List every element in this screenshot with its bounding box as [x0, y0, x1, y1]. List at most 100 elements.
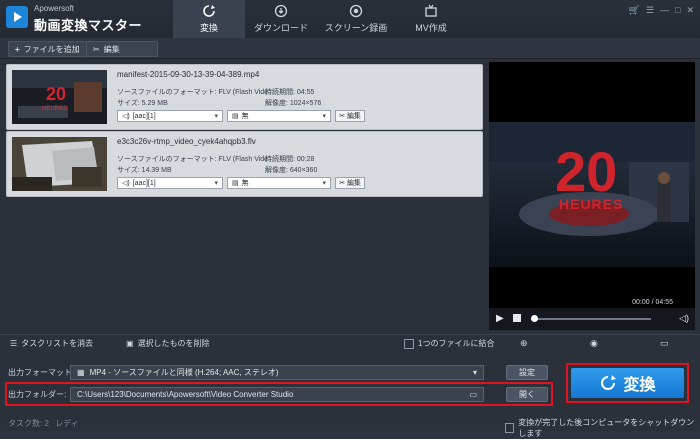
app-logo-icon [6, 6, 28, 28]
app-window: Apowersoft 動画変換マスター 変換 ダウンロード スクリーン録画 MV… [0, 0, 700, 438]
svg-text:20: 20 [46, 84, 66, 104]
video-thumbnail [12, 137, 107, 191]
tab-convert[interactable]: 変換 [173, 0, 245, 38]
highlight-box-folder [5, 382, 553, 406]
format-icon: ▦ [77, 368, 85, 377]
window-controls: 🛒 ☰ — □ ✕ [629, 5, 694, 16]
svg-text:HEURES: HEURES [42, 106, 67, 112]
tv-icon [425, 4, 437, 17]
file-size: サイズ: 14.39 MB [117, 167, 172, 174]
chevron-down-icon: ▾ [472, 368, 477, 377]
ready-status: レディ [55, 419, 79, 428]
title-bar: Apowersoft 動画変換マスター 変換 ダウンロード スクリーン録画 MV… [0, 0, 700, 39]
video-thumbnail: 20 HEURES [12, 70, 107, 124]
tab-label: MV作成 [415, 23, 447, 33]
file-item[interactable]: e3c3c26v-rtmp_video_cyek4ahqpb3.flv ソースフ… [6, 131, 483, 197]
main-tabs: 変換 ダウンロード スクリーン録画 MV作成 [173, 0, 467, 38]
file-size: サイズ: 5.29 MB [117, 100, 168, 107]
add-file-button[interactable]: + ファイルを追加 [8, 41, 87, 57]
add-file-label: ファイルを追加 [23, 44, 80, 54]
delete-selected-label: 選択したものを削除 [137, 339, 210, 348]
merge-label: 1つのファイルに結合 [418, 339, 495, 348]
download-icon [274, 4, 288, 18]
clear-tasks-label: タスクリストを消去 [21, 339, 94, 348]
file-item[interactable]: 20 HEURES manifest-2015-09-30-13-39-04-3… [6, 64, 483, 130]
preview-panel: 20 HEURES 00:00 / 04:55 ▶ ◁) [489, 62, 695, 330]
file-list: 20 HEURES manifest-2015-09-30-13-39-04-3… [6, 62, 483, 328]
duration: 持続期間: 00:28 [265, 156, 315, 163]
scissors-icon: ✂ [93, 44, 100, 54]
checkbox[interactable] [404, 338, 414, 349]
clear-tasks-button[interactable]: ☰ タスクリストを消去 [10, 338, 93, 349]
source-format: ソースファイルのフォーマット: FLV (Flash Vide [117, 156, 269, 163]
preview-title-number: 20 [555, 140, 618, 203]
subtitle-icon: ▤ [232, 113, 239, 120]
source-format: ソースファイルのフォーマット: FLV (Flash Vide [117, 89, 269, 96]
camera-icon[interactable]: ◉ [590, 338, 598, 349]
edit-label: 編集 [103, 44, 120, 54]
seek-bar[interactable] [531, 318, 651, 320]
subtitle-select[interactable]: ▤ 無 ▾ [227, 110, 331, 122]
file-edit-button[interactable]: ✂ 編集 [335, 110, 365, 122]
zoom-icon[interactable]: ⊕ [520, 338, 528, 349]
subtitle-icon: ▤ [232, 180, 239, 187]
shutdown-checkbox[interactable]: 変換が完了した後コンピュータをシャットダウンします [505, 417, 700, 439]
subtitle-value: 無 [241, 180, 249, 187]
audio-track-value: [aac][1] [132, 179, 156, 187]
speaker-icon: ◁) [122, 113, 130, 120]
player-controls: 00:00 / 04:55 ▶ ◁) [489, 299, 695, 330]
file-edit-button[interactable]: ✂ 編集 [335, 177, 365, 189]
audio-track-select[interactable]: ◁) [aac][1] ▾ [117, 110, 223, 122]
subtitle-select[interactable]: ▤ 無 ▾ [227, 177, 331, 189]
resolution: 解像度: 640×360 [265, 167, 318, 174]
settings-button[interactable]: 設定 [506, 365, 548, 380]
duration: 持続期間: 04:55 [265, 89, 315, 96]
output-format-label: 出力フォーマット: [8, 368, 75, 377]
delete-icon: ▣ [126, 339, 134, 348]
stop-icon[interactable] [513, 314, 521, 322]
tab-label: スクリーン録画 [324, 23, 388, 33]
shutdown-label: 変換が完了した後コンピュータをシャットダウンします [518, 418, 695, 438]
volume-icon[interactable]: ◁) [679, 313, 689, 324]
app-title: 動画変換マスター [34, 18, 143, 33]
output-format-select[interactable]: ▦ MP4 - ソースファイルと同様 (H.264; AAC, ステレオ) ▾ [70, 365, 484, 380]
close-icon[interactable]: ✕ [686, 5, 694, 16]
tab-mv-create[interactable]: MV作成 [395, 0, 467, 38]
subtitle-value: 無 [241, 113, 249, 120]
seek-handle[interactable] [531, 315, 538, 322]
scissors-icon: ✂ [339, 113, 345, 120]
file-name: e3c3c26v-rtmp_video_cyek4ahqpb3.flv [117, 137, 256, 146]
tab-screen-record[interactable]: スクリーン録画 [317, 0, 395, 38]
file-edit-label: 編集 [346, 113, 361, 120]
settings-icon[interactable]: ☰ [646, 5, 654, 16]
chevron-down-icon: ▾ [214, 180, 218, 187]
play-icon[interactable]: ▶ [496, 313, 504, 324]
folder-icon[interactable]: ▭ [660, 338, 669, 349]
audio-track-value: [aac][1] [132, 112, 156, 120]
resolution: 解像度: 1024×576 [265, 100, 322, 107]
tab-label: ダウンロード [253, 23, 308, 33]
output-format-value: MP4 - ソースファイルと同様 (H.264; AAC, ステレオ) [89, 368, 279, 377]
toolbar: + ファイルを追加 ✂ 編集 [0, 38, 700, 59]
maximize-icon[interactable]: □ [675, 5, 680, 16]
checkbox[interactable] [505, 423, 515, 433]
preview-title-word: HEURES [559, 196, 624, 212]
cart-icon[interactable]: 🛒 [629, 5, 640, 16]
chevron-down-icon: ▾ [322, 113, 326, 120]
chevron-down-icon: ▾ [214, 113, 218, 120]
minimize-icon[interactable]: — [660, 5, 669, 16]
merge-checkbox[interactable]: 1つのファイルに結合 [404, 338, 494, 349]
tab-label: 変換 [199, 23, 218, 33]
audio-track-select[interactable]: ◁) [aac][1] ▾ [117, 177, 223, 189]
tab-download[interactable]: ダウンロード [245, 0, 317, 38]
file-name: manifest-2015-09-30-13-39-04-389.mp4 [117, 70, 260, 79]
status-bar: タスク数: 2 レディ 変換が完了した後コンピュータをシャットダウンします [0, 415, 700, 438]
task-count: タスク数: 2 [8, 419, 49, 428]
edit-button[interactable]: ✂ 編集 [86, 41, 158, 57]
highlight-box-convert [566, 363, 689, 403]
time-readout: 00:00 / 04:55 [632, 299, 673, 306]
refresh-icon [203, 5, 215, 17]
record-icon [349, 4, 363, 18]
delete-selected-button[interactable]: ▣ 選択したものを削除 [126, 338, 210, 349]
list-clear-icon: ☰ [10, 339, 18, 348]
